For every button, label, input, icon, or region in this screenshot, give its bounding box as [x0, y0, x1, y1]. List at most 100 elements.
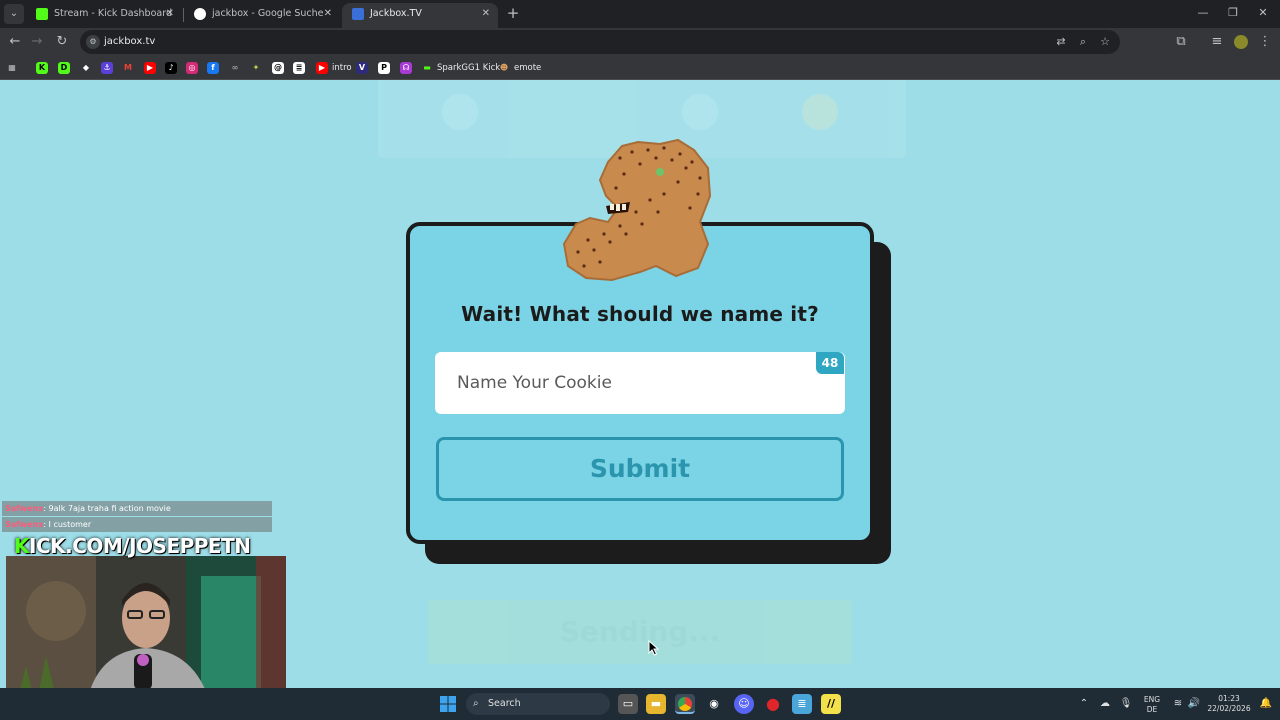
mouse-cursor [648, 640, 660, 656]
close-icon[interactable]: ✕ [324, 3, 332, 25]
kick-url-text: ICK.COM/JOSEPPETN [29, 534, 251, 558]
submit-button[interactable]: Submit [436, 437, 844, 501]
kick-icon [36, 8, 48, 20]
v-icon: V [356, 61, 368, 74]
doc-icon: ≣ [293, 61, 305, 74]
bookmark-instagram[interactable]: ◎ [186, 61, 202, 75]
jackbox-app-icon[interactable]: // [821, 694, 841, 714]
youtube-icon: ▶ [316, 61, 328, 74]
bar-icon: ▬ [423, 62, 431, 72]
cookie-name-input[interactable] [435, 352, 845, 414]
forward-icon[interactable]: → [28, 33, 46, 51]
webcam-feed [6, 556, 286, 706]
back-icon[interactable]: ← [6, 33, 24, 51]
close-icon[interactable]: ✕ [482, 3, 490, 25]
bookmark-youtube[interactable]: ▶ [144, 61, 160, 75]
bookmark-gmail[interactable]: M [122, 61, 138, 75]
youtube-icon: ▶ [144, 61, 156, 74]
tab-google-search[interactable]: jackbox - Google Suche ✕ [184, 3, 340, 28]
clock-time: 01:23 [1218, 694, 1240, 703]
bookmark-dashboard[interactable]: D [58, 61, 74, 75]
reload-icon[interactable]: ↻ [53, 33, 71, 51]
tab-list-icon[interactable]: ≡ [1208, 33, 1226, 51]
zoom-icon[interactable]: ⌕ [1074, 33, 1092, 51]
close-icon[interactable]: ✕ [166, 3, 174, 25]
file-explorer-icon[interactable]: ▬ [646, 694, 666, 714]
facebook-icon: f [207, 61, 219, 74]
onedrive-icon[interactable]: ☁ [1096, 694, 1114, 714]
start-button[interactable] [438, 694, 458, 714]
tiktok-icon: ♪ [165, 61, 177, 74]
bookmark-emote[interactable]: ☻ emote [498, 61, 541, 75]
char-count-badge: 48 [816, 352, 844, 374]
translate-icon[interactable]: ⇄ [1052, 33, 1070, 51]
clock[interactable]: 01:23 22/02/2026 [1204, 694, 1254, 714]
search-label: Search [488, 698, 521, 709]
tab-label: Stream - Kick Dashboard [54, 8, 172, 19]
obs-icon[interactable]: ◉ [704, 694, 724, 714]
notifications-icon[interactable]: 🔔 [1258, 694, 1274, 714]
bookmark-doc[interactable]: ≣ [293, 61, 309, 75]
kick-icon: K [36, 61, 48, 74]
close-window-button[interactable]: ✕ [1248, 4, 1278, 22]
new-tab-button[interactable]: + [504, 4, 522, 22]
bookmark-v[interactable]: V [356, 61, 372, 75]
apps-icon[interactable]: ▦ [6, 61, 22, 75]
kick-channel-banner: KICK.COM/JOSEPPETN [14, 534, 251, 558]
tab-label: Jackbox.TV [370, 8, 422, 19]
bookmark-threads[interactable]: @ [272, 61, 288, 75]
bookmark-tiktok[interactable]: ♪ [165, 61, 181, 75]
chrome-icon[interactable] [675, 694, 695, 714]
bookmarks-bar: ▦ K D ◆ ⚓ M ▶ ♪ ◎ f ∞ ✦ @ ≣ ▶ intro V P ☊… [0, 56, 1280, 80]
notepad-icon[interactable]: ≣ [792, 694, 812, 714]
p-icon: P [378, 61, 390, 74]
chat-message: Safwenx: I customer [2, 517, 272, 532]
gamepad-icon: ☊ [400, 61, 412, 74]
bookmark-star-icon[interactable]: ☆ [1096, 33, 1114, 51]
bookmark-sparkgg1-kick[interactable]: ▬ SparkGG1 Kick [421, 61, 500, 75]
bookmark-anchor[interactable]: ⚓ [101, 61, 117, 75]
question-title: Wait! What should we name it? [461, 302, 819, 326]
gmail-icon: M [124, 62, 132, 72]
task-view-icon[interactable]: ▭ [618, 694, 638, 714]
bookmark-label: intro [332, 63, 352, 73]
webcam-image [6, 556, 286, 704]
profile-avatar[interactable] [1232, 33, 1250, 51]
bookmark-diamond[interactable]: ◆ [80, 61, 96, 75]
tab-jackbox[interactable]: Jackbox.TV ✕ [342, 3, 498, 28]
link-icon: ∞ [231, 62, 239, 72]
minimize-button[interactable]: — [1188, 4, 1218, 22]
bookmark-cursor[interactable]: ✦ [250, 61, 266, 75]
tab-search-icon[interactable]: ⌄ [4, 4, 24, 24]
windows-taskbar: ⌕ Search ▭ ▬ ◉ ☺ ● ≣ // ⌃ ☁ 🎙 ENG DE ≋ 🔊… [0, 688, 1280, 720]
chat-message: Safwenx: 9alk 7aja traha fi action movie [2, 501, 272, 516]
bookmark-link[interactable]: ∞ [229, 61, 245, 75]
bookmark-facebook[interactable]: f [207, 61, 223, 75]
bookmark-kick[interactable]: K [36, 61, 52, 75]
taskbar-search[interactable]: ⌕ Search [466, 693, 610, 715]
bookmark-intro[interactable]: ▶ intro [316, 61, 352, 75]
extensions-icon[interactable]: ⧉ [1172, 33, 1190, 51]
threads-icon: @ [272, 61, 284, 74]
diamond-icon: ◆ [82, 62, 90, 72]
volume-icon[interactable]: 🔊 [1186, 694, 1202, 714]
microphone-icon[interactable]: 🎙 [1118, 694, 1134, 714]
bookmark-label: SparkGG1 Kick [437, 63, 501, 73]
bookmark-gamepad[interactable]: ☊ [400, 61, 416, 75]
bookmark-p[interactable]: P [378, 61, 394, 75]
chat-username: Safwenx [5, 520, 44, 529]
sending-button: Sending... [428, 600, 852, 664]
show-hidden-icons[interactable]: ⌃ [1076, 694, 1092, 714]
site-info-icon[interactable]: ⚙ [86, 35, 100, 49]
faded-avatar [802, 94, 838, 130]
tab-kick-dashboard[interactable]: Stream - Kick Dashboard ✕ [26, 3, 182, 28]
discord-icon[interactable]: ☺ [734, 694, 754, 714]
address-bar[interactable]: ⚙ jackbox.tv ☆ ⌕ ⇄ [80, 30, 1120, 54]
wifi-icon[interactable]: ≋ [1170, 694, 1186, 714]
browser-toolbar: ← → ↻ ⚙ jackbox.tv ☆ ⌕ ⇄ ⧉ ≡ ⋮ [0, 28, 1280, 56]
language-indicator[interactable]: ENG DE [1138, 695, 1166, 715]
chat-text: : I customer [43, 520, 92, 529]
restore-button[interactable]: ❐ [1218, 4, 1248, 22]
more-menu-icon[interactable]: ⋮ [1256, 33, 1274, 51]
red-app-icon[interactable]: ● [763, 694, 783, 714]
